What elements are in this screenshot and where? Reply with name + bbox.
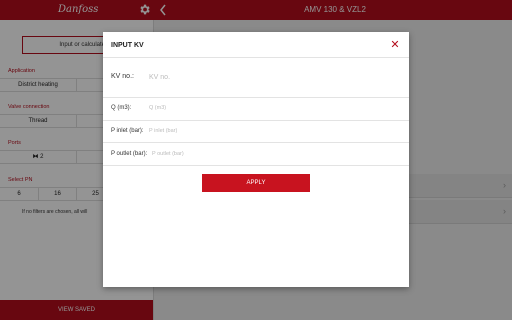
divider (103, 165, 409, 166)
kv-input[interactable] (149, 70, 389, 84)
divider (103, 120, 409, 121)
divider (103, 57, 409, 58)
p-inlet-label: P inlet (bar): (111, 128, 144, 134)
divider (103, 97, 409, 98)
p-outlet-label: P outlet (bar): (111, 151, 148, 157)
q-input[interactable] (149, 102, 389, 114)
close-icon[interactable]: ✕ (389, 39, 401, 51)
kv-label: KV no.: (111, 73, 134, 80)
p-outlet-input[interactable] (152, 148, 389, 160)
p-inlet-input[interactable] (149, 125, 389, 137)
q-label: Q (m3): (111, 105, 132, 111)
dialog-title: INPUT KV (111, 42, 144, 49)
apply-button[interactable]: APPLY (202, 174, 310, 192)
divider (103, 142, 409, 143)
input-kv-dialog: INPUT KV ✕ KV no.: Q (m3): P inlet (bar)… (103, 32, 409, 287)
